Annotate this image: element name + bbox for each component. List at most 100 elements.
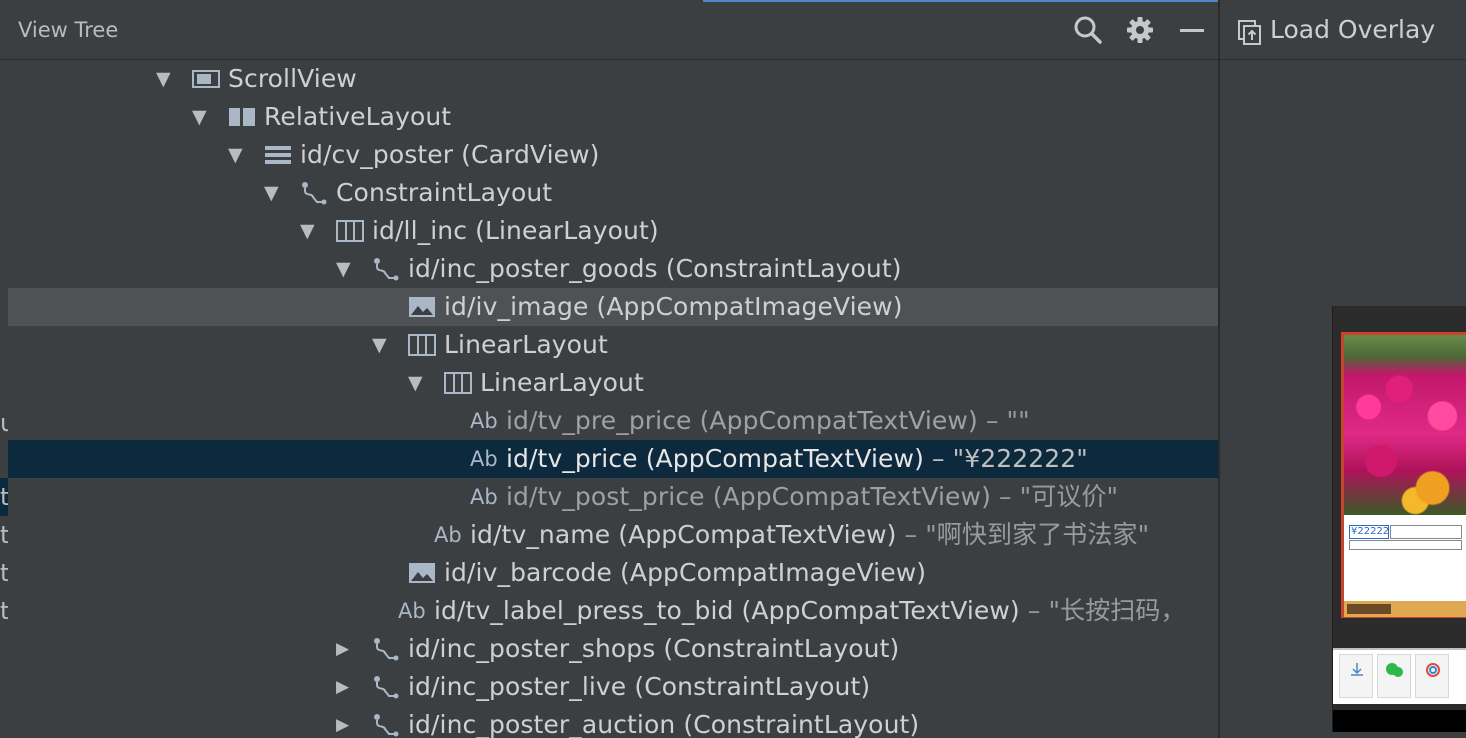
tree-node-label: id/tv_label_press_to_bid (AppCompatTextV… [434,592,1186,630]
active-tab-indicator [703,0,1275,2]
expand-arrow-icon[interactable]: ▶ [336,630,356,668]
collapse-arrow-icon[interactable]: ▼ [336,250,356,288]
tree-node-label: ScrollView [228,60,357,98]
panel-title: View Tree [18,18,119,42]
textview-icon: Ab [470,485,498,509]
layout-inspector: View Tree ▼ ScrollView ▼ RelativeLayout … [0,0,1466,738]
expand-arrow-icon[interactable]: ▶ [336,706,356,738]
constraintlayout-icon [372,630,400,668]
load-overlay-label: Load Overlay [1270,15,1436,44]
collapse-arrow-icon[interactable]: ▼ [300,212,320,250]
poster-image [1344,335,1466,515]
cardview-icon [264,136,292,174]
tree-node[interactable]: Ab id/tv_name (AppCompatTextView) – "啊快到家… [8,516,1218,554]
tree-node[interactable]: ▶ id/inc_poster_live (ConstraintLayout) [8,668,1218,706]
preview-post-price-box [1390,525,1462,539]
preview-bid-label [1347,604,1391,614]
tree-node[interactable]: ▼ RelativeLayout [8,98,1218,136]
device-screenshot[interactable]: ¥222222 [1332,306,1466,732]
textview-icon: Ab [398,599,426,623]
linearlayout-icon [444,364,472,402]
collapse-arrow-icon[interactable]: ▼ [192,98,212,136]
preview-bid-bar [1344,601,1466,617]
constraintlayout-icon [372,706,400,738]
wechat-icon [1386,663,1403,677]
view-tree: ▼ ScrollView ▼ RelativeLayout ▼ id/cv_poster … [0,60,1218,738]
tree-node-label: id/iv_image (AppCompatImageView) [444,288,903,326]
tree-node[interactable]: id/iv_barcode (AppCompatImageView) [8,554,1218,592]
tree-node[interactable]: ▼ id/cv_poster (CardView) [8,136,1218,174]
tree-node[interactable]: Ab id/tv_price (AppCompatTextView) – "¥22… [8,440,1218,478]
expand-arrow-icon[interactable]: ▶ [336,668,356,706]
constraintlayout-icon [300,174,328,212]
tree-node-name: id/inc_poster_goods (ConstraintLayout) [408,254,902,283]
imageview-icon [408,554,436,592]
tree-node[interactable]: ▼ ScrollView [8,60,1218,98]
tree-node[interactable]: id/iv_image (AppCompatImageView) [8,288,1218,326]
load-overlay-icon [1238,20,1261,45]
tree-node-label: id/tv_price (AppCompatTextView) – "¥2222… [506,440,1088,478]
tree-node-label: id/inc_poster_auction (ConstraintLayout) [408,706,919,738]
search-icon[interactable] [1072,14,1104,46]
linearlayout-icon [408,326,436,364]
tree-node-name: id/tv_price (AppCompatTextView) [506,444,924,473]
clipped-panel-text: t [0,483,8,511]
tree-node-value: – "长按扫码， [1019,596,1186,625]
tree-node-name: id/cv_poster (CardView) [300,140,600,169]
gear-icon[interactable] [1124,14,1156,46]
download-share-button [1339,654,1373,698]
preview-price-box: ¥222222 [1349,525,1389,539]
tree-node[interactable]: Ab id/tv_post_price (AppCompatTextView) –… [8,478,1218,516]
clipped-panel-text: t [0,559,8,587]
tree-node-label: id/ll_inc (LinearLayout) [372,212,659,250]
tree-node-name: id/iv_barcode (AppCompatImageView) [444,558,927,587]
textview-icon: Ab [434,523,462,547]
tree-node[interactable]: ▼ LinearLayout [8,326,1218,364]
tree-node-label: id/inc_poster_live (ConstraintLayout) [408,668,870,706]
wechat-share-button [1377,654,1411,698]
tree-node[interactable]: Ab id/tv_label_press_to_bid (AppCompatTex… [8,592,1218,630]
imageview-icon [408,288,436,326]
minimize-icon[interactable] [1176,14,1208,46]
tree-node[interactable]: ▼ ConstraintLayout [8,174,1218,212]
linearlayout-icon [336,212,364,250]
tree-node-label: LinearLayout [480,364,644,402]
collapse-arrow-icon[interactable]: ▼ [264,174,284,212]
collapse-arrow-icon[interactable]: ▼ [228,136,248,174]
preview-name-box [1349,540,1462,550]
tree-node-label: id/inc_poster_goods (ConstraintLayout) [408,250,902,288]
moments-share-button [1415,654,1449,698]
tree-node-name: id/inc_poster_auction (ConstraintLayout) [408,710,920,738]
tree-node[interactable]: ▼ LinearLayout [8,364,1218,402]
tree-node-label: ConstraintLayout [336,174,552,212]
constraintlayout-icon [372,250,400,288]
tree-node[interactable]: ▶ id/inc_poster_auction (ConstraintLayout… [8,706,1218,738]
download-icon [1351,663,1363,676]
tree-node-name: id/ll_inc (LinearLayout) [372,216,659,245]
tree-node[interactable]: ▶ id/inc_poster_shops (ConstraintLayout) [8,630,1218,668]
tree-node-label: id/tv_pre_price (AppCompatTextView) – "" [506,402,1030,440]
view-tree-panel: View Tree ▼ ScrollView ▼ RelativeLayout … [0,0,1218,738]
scrollview-icon [192,60,220,98]
tree-node-value: – "可议价" [990,482,1119,511]
tree-node-name: id/tv_name (AppCompatTextView) [470,520,897,549]
moments-icon [1426,663,1440,677]
tree-node-label: RelativeLayout [264,98,451,136]
relativelayout-icon [228,98,256,136]
tree-node-label: id/cv_poster (CardView) [300,136,600,174]
device-nav-bar [1333,710,1466,732]
collapse-arrow-icon[interactable]: ▼ [372,326,392,364]
tree-node-name: id/tv_label_press_to_bid (AppCompatTextV… [434,596,1020,625]
tree-node-label: id/inc_poster_shops (ConstraintLayout) [408,630,899,668]
collapse-arrow-icon[interactable]: ▼ [408,364,428,402]
tree-node[interactable]: Ab id/tv_pre_price (AppCompatTextView) – … [8,402,1218,440]
tree-node-value: – "啊快到家了书法家" [896,520,1150,549]
tree-node-name: id/inc_poster_shops (ConstraintLayout) [408,634,900,663]
tree-node-name: id/tv_post_price (AppCompatTextView) [506,482,991,511]
tree-node[interactable]: ▼ id/ll_inc (LinearLayout) [8,212,1218,250]
tree-node[interactable]: ▼ id/inc_poster_goods (ConstraintLayout) [8,250,1218,288]
clipped-panel-text: u [0,409,8,437]
collapse-arrow-icon[interactable]: ▼ [156,60,176,98]
share-row [1333,648,1466,704]
clipped-panel-text: t [0,597,8,625]
